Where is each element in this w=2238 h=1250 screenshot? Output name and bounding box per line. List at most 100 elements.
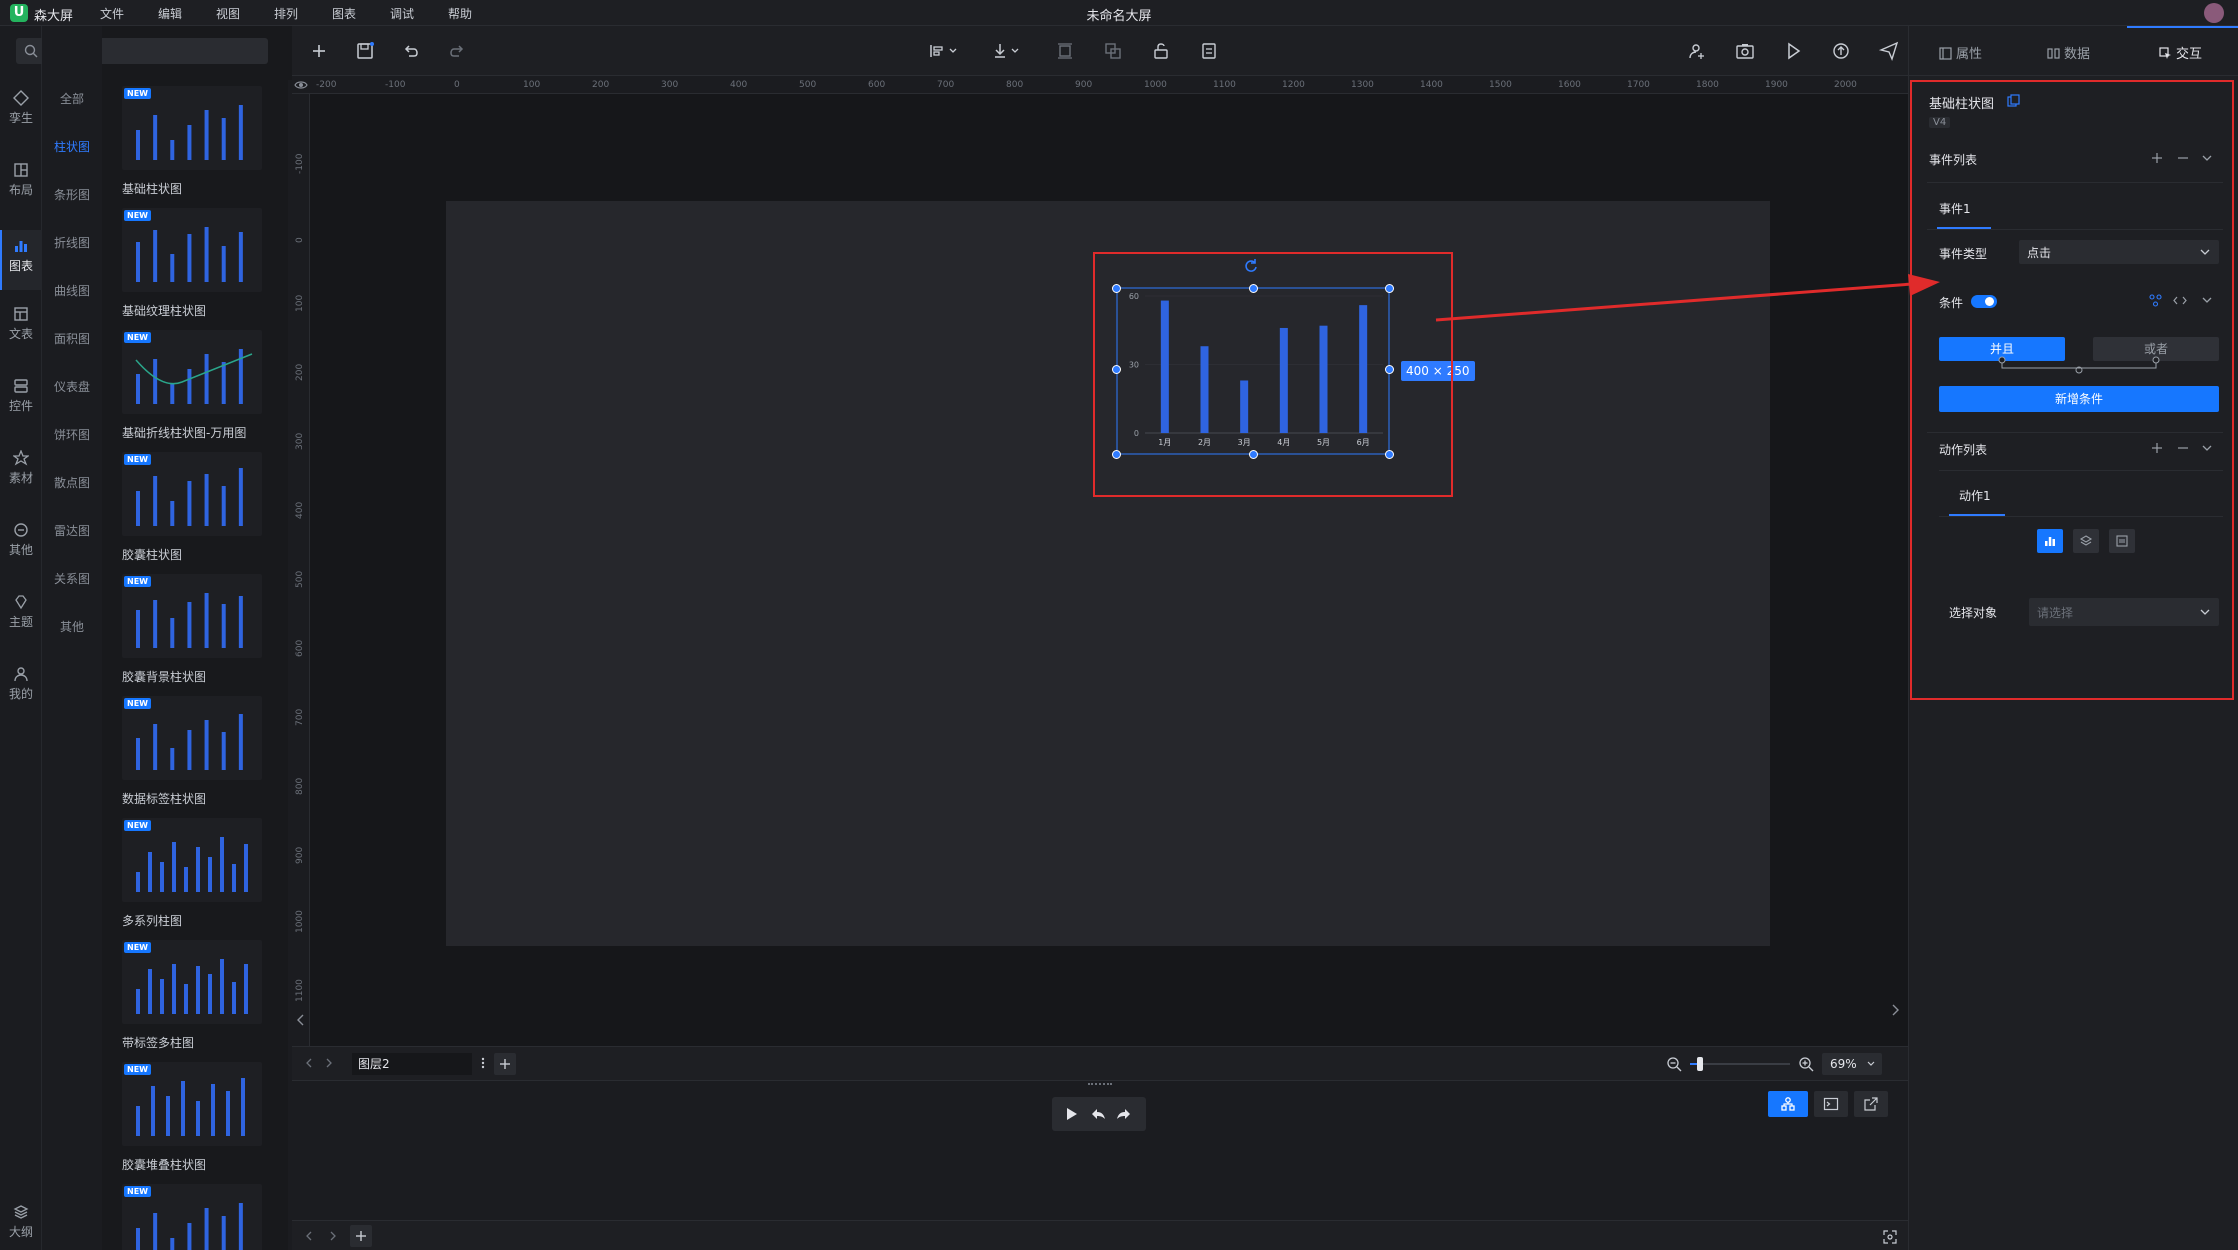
new-badge: NEW bbox=[124, 942, 151, 953]
category-relation[interactable]: 关系图 bbox=[42, 570, 102, 587]
interaction-view-button[interactable] bbox=[1768, 1091, 1808, 1117]
component-label: 胶囊背景柱状图 bbox=[122, 670, 207, 684]
prev-layer-icon[interactable] bbox=[302, 1056, 316, 1070]
component-label: 数据标签柱状图 bbox=[122, 792, 207, 806]
play-icon[interactable] bbox=[1782, 40, 1804, 62]
minus-circle-icon bbox=[14, 523, 28, 537]
zoom-select[interactable]: 69% bbox=[1822, 1053, 1882, 1075]
download-icon[interactable] bbox=[990, 40, 1026, 62]
component-card[interactable]: NEW 胶囊背景柱状图 bbox=[118, 568, 288, 688]
zoom-out-icon[interactable] bbox=[1666, 1056, 1682, 1072]
category-radar[interactable]: 雷达图 bbox=[42, 522, 102, 539]
code-view-button[interactable] bbox=[1814, 1091, 1848, 1117]
ruler-tick-label: 900 bbox=[1075, 80, 1093, 90]
user-avatar[interactable] bbox=[2204, 3, 2224, 23]
category-area[interactable]: 面积图 bbox=[42, 330, 102, 347]
component-card[interactable]: NEW 胶囊堆叠柱状图 bbox=[118, 1056, 288, 1176]
component-card[interactable]: NEW 数据标签柱状图 bbox=[118, 690, 288, 810]
thumbnail-bar bbox=[241, 1078, 245, 1136]
add-layer-button[interactable] bbox=[494, 1053, 516, 1075]
rail-item-text-table[interactable]: 文表 bbox=[0, 306, 42, 342]
align-icon[interactable] bbox=[926, 40, 962, 62]
scroll-right-icon[interactable] bbox=[1886, 1001, 1904, 1019]
rail-item-theme[interactable]: 主题 bbox=[0, 594, 42, 630]
component-card[interactable]: NEW 基础柱状图 bbox=[118, 80, 288, 200]
forward-icon[interactable] bbox=[1116, 1107, 1132, 1121]
rail-item-twin[interactable]: 孪生 bbox=[0, 90, 42, 126]
new-badge: NEW bbox=[124, 454, 151, 465]
undo-icon[interactable] bbox=[400, 40, 422, 62]
component-card[interactable]: NEW 多系列柱图 bbox=[118, 812, 288, 932]
next-page-icon[interactable] bbox=[326, 1229, 340, 1243]
category-scatter[interactable]: 散点图 bbox=[42, 474, 102, 491]
component-card[interactable]: NEW bbox=[118, 1178, 288, 1250]
ruler-tick-label: -100 bbox=[385, 80, 406, 90]
canvas-area[interactable]: -200 -100 0 100 200 300 400 500 600 700 800 900 1000… bbox=[292, 76, 1908, 1046]
more-vertical-icon[interactable] bbox=[476, 1056, 490, 1070]
component-card[interactable]: NEW 基础纹理柱状图 bbox=[118, 202, 288, 322]
save-icon[interactable] bbox=[354, 40, 376, 62]
thumbnail-bar bbox=[187, 234, 192, 282]
prev-page-icon[interactable] bbox=[302, 1229, 316, 1243]
notes-icon[interactable] bbox=[1198, 40, 1220, 62]
unlock-icon[interactable] bbox=[1150, 40, 1172, 62]
tab-data[interactable]: 数据 bbox=[2047, 43, 2090, 62]
rail-item-chart[interactable]: 图表 bbox=[0, 230, 42, 290]
rail-item-mine[interactable]: 我的 bbox=[0, 666, 42, 702]
thumbnail-bar bbox=[172, 842, 176, 892]
rail-item-controls[interactable]: 控件 bbox=[0, 378, 42, 414]
add-icon[interactable] bbox=[308, 40, 330, 62]
component-label: 胶囊柱状图 bbox=[122, 548, 183, 562]
ruler-tick-label: 600 bbox=[868, 80, 886, 90]
rail-item-other[interactable]: 其他 bbox=[0, 522, 42, 558]
camera-icon[interactable] bbox=[1734, 40, 1756, 62]
group-icon[interactable] bbox=[1102, 40, 1124, 62]
thumbnail-bar bbox=[170, 140, 175, 160]
redo-icon[interactable] bbox=[446, 40, 468, 62]
thumbnail-bar bbox=[238, 232, 243, 282]
rewind-icon[interactable] bbox=[1090, 1107, 1106, 1121]
page-nav-bar bbox=[292, 1220, 1908, 1250]
publish-icon[interactable] bbox=[1878, 40, 1900, 62]
distribute-icon[interactable] bbox=[1054, 40, 1076, 62]
play-icon[interactable] bbox=[1064, 1107, 1078, 1121]
tab-interaction[interactable]: 交互 bbox=[2159, 43, 2202, 62]
panel-drag-handle[interactable] bbox=[1088, 1083, 1112, 1085]
add-page-button[interactable] bbox=[350, 1225, 372, 1247]
rail-item-layout[interactable]: 布局 bbox=[0, 162, 42, 198]
user-plus-icon[interactable] bbox=[1686, 40, 1708, 62]
ruler-tick-label: 200 bbox=[295, 363, 305, 381]
zoom-slider-thumb[interactable] bbox=[1697, 1057, 1703, 1071]
timeline-panel bbox=[292, 1080, 1908, 1220]
eye-icon[interactable] bbox=[294, 79, 308, 91]
category-all[interactable]: 全部 bbox=[42, 90, 102, 107]
scroll-left-icon[interactable] bbox=[292, 1011, 310, 1029]
rail-item-outline[interactable]: 大纲 bbox=[0, 1204, 42, 1240]
zoom-slider-track[interactable] bbox=[1690, 1063, 1790, 1065]
category-line[interactable]: 折线图 bbox=[42, 234, 102, 251]
fit-screen-icon[interactable] bbox=[1882, 1229, 1898, 1245]
category-pie[interactable]: 饼环图 bbox=[42, 426, 102, 443]
ruler-tick-label: 700 bbox=[295, 708, 305, 726]
upload-icon[interactable] bbox=[1830, 40, 1852, 62]
rail-item-assets[interactable]: 素材 bbox=[0, 450, 42, 486]
component-card[interactable]: NEW 基础折线柱状图-万用图 bbox=[118, 324, 288, 444]
component-list: NEW 基础柱状图 NEW 基础纹理柱状图 NEW 基础折线柱状图-万用图 NEW 胶囊柱状图… bbox=[118, 80, 288, 1250]
layer-tab[interactable]: 图层2 bbox=[352, 1053, 472, 1075]
interaction-icon bbox=[2159, 47, 2171, 59]
thumbnail-bar bbox=[187, 1223, 192, 1250]
popout-button[interactable] bbox=[1854, 1091, 1888, 1117]
component-card[interactable]: NEW 带标签多柱图 bbox=[118, 934, 288, 1054]
zoom-in-icon[interactable] bbox=[1798, 1056, 1814, 1072]
component-card[interactable]: NEW 胶囊柱状图 bbox=[118, 446, 288, 566]
thumbnail-bar bbox=[136, 989, 140, 1014]
ruler-tick-label: 1100 bbox=[1213, 80, 1236, 90]
category-bar[interactable]: 柱状图 bbox=[42, 138, 102, 155]
category-horizontal-bar[interactable]: 条形图 bbox=[42, 186, 102, 203]
gem-icon bbox=[15, 595, 27, 610]
tab-properties[interactable]: 属性 bbox=[1939, 43, 1982, 62]
next-layer-icon[interactable] bbox=[322, 1056, 336, 1070]
category-gauge[interactable]: 仪表盘 bbox=[42, 378, 102, 395]
category-other[interactable]: 其他 bbox=[42, 618, 102, 635]
category-curve[interactable]: 曲线图 bbox=[42, 282, 102, 299]
